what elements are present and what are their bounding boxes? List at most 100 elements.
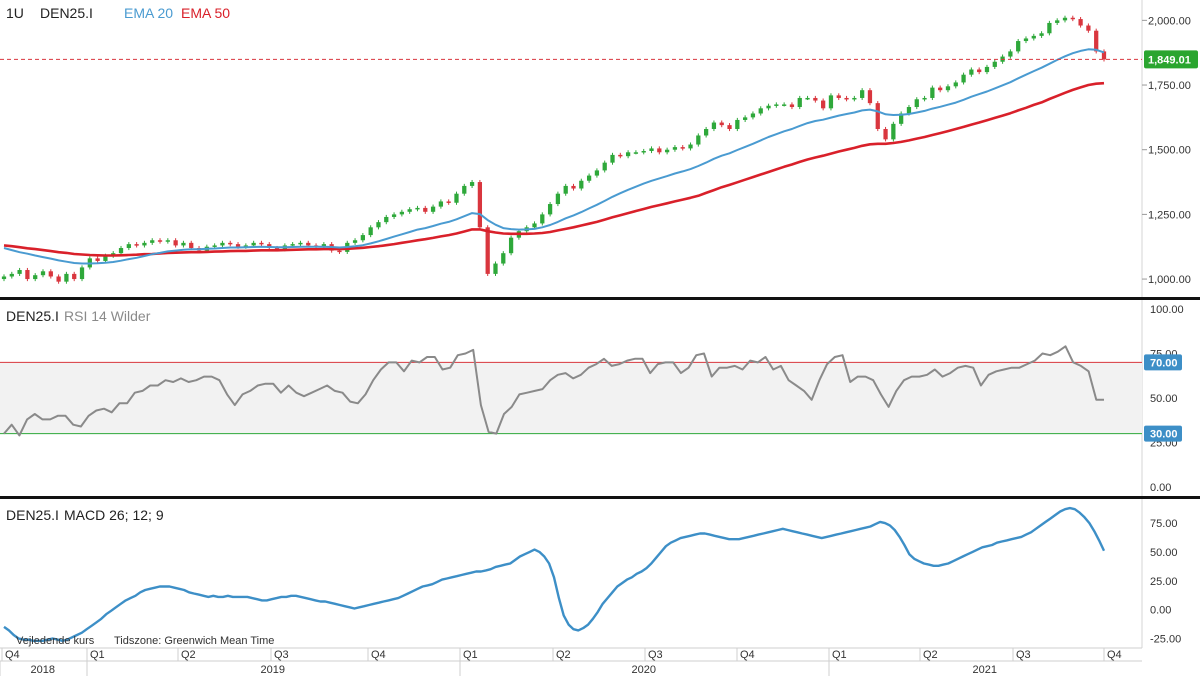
rsi-70-badge-label: 70.00 (1150, 357, 1178, 369)
last-price-label: 1,849.01 (1148, 54, 1191, 66)
candle-down (883, 129, 888, 140)
rsi-indicator-label[interactable]: RSI 14 Wilder (64, 308, 151, 324)
candle-up (555, 193, 561, 205)
panel-separator-rsi-macd[interactable] (0, 496, 1200, 499)
candle-up (1039, 33, 1044, 36)
candle-up (922, 97, 927, 100)
candle-down (1094, 30, 1099, 52)
candle-up (150, 240, 155, 243)
candle-up (696, 135, 701, 145)
candle-up (891, 123, 896, 140)
candle-up (774, 104, 779, 106)
candle-down (228, 242, 233, 245)
candle-up (1031, 35, 1036, 39)
candle-down (789, 104, 795, 108)
candle-down (1070, 17, 1075, 20)
candle-up (797, 97, 802, 108)
candle-up (547, 204, 553, 215)
candle-up (532, 223, 537, 228)
rsi-ytick-label: 50.00 (1150, 393, 1178, 405)
candle-down (657, 148, 662, 153)
candle-up (703, 129, 709, 136)
candle-up (852, 97, 857, 100)
candle-up (649, 148, 654, 151)
macd-ytick-label: 75.00 (1150, 518, 1178, 530)
ema20-legend[interactable]: EMA 20 (124, 5, 173, 21)
candle-down (95, 258, 100, 261)
candle-up (1023, 38, 1029, 42)
candle-up (399, 211, 405, 215)
candle-up (1016, 41, 1021, 52)
candle-down (938, 87, 943, 91)
year-label: 2021 (973, 664, 997, 676)
candle-down (844, 97, 849, 100)
price-ytick-label: 1,500.00 (1148, 145, 1191, 157)
quarter-label: Q2 (923, 649, 938, 661)
macd-ytick-label: -25.00 (1150, 633, 1181, 645)
candle-down (1086, 25, 1091, 31)
candle-up (961, 74, 966, 83)
candle-down (571, 185, 576, 189)
candle-up (688, 144, 693, 149)
candle-up (594, 170, 600, 176)
candle-up (969, 69, 974, 75)
candle-up (930, 87, 935, 98)
year-label: 2020 (632, 664, 656, 676)
candle-up (407, 209, 412, 212)
candle-up (17, 270, 22, 274)
candle-up (508, 237, 514, 254)
quarter-label: Q2 (556, 649, 571, 661)
ema50-legend[interactable]: EMA 50 (181, 5, 230, 21)
interval-label[interactable]: 1U (6, 5, 24, 21)
candle-up (1055, 20, 1060, 23)
candle-down (423, 207, 428, 212)
candle-up (290, 244, 295, 246)
candle-up (368, 227, 373, 236)
candle-up (376, 222, 381, 228)
candle-up (610, 154, 615, 163)
candle-up (251, 242, 256, 246)
quarter-label: Q4 (371, 649, 386, 661)
candle-down (821, 100, 826, 109)
candle-down (867, 90, 873, 104)
candle-up (672, 147, 678, 150)
candle-up (625, 152, 631, 157)
rsi-30-badge-label: 30.00 (1150, 429, 1178, 441)
candle-up (906, 107, 912, 114)
candle-down (1078, 19, 1083, 26)
rsi-band (0, 362, 1142, 434)
quarter-label: Q4 (5, 649, 20, 661)
candle-down (25, 270, 30, 280)
candle-down (446, 201, 451, 203)
trading-chart[interactable]: 1U DEN25.I EMA 20 EMA 50 DEN25.I RSI 14 … (0, 0, 1200, 676)
candle-down (680, 147, 685, 149)
panel-separator-price-rsi[interactable] (0, 297, 1200, 300)
candle-down (56, 276, 61, 282)
quarter-label: Q3 (274, 649, 289, 661)
candle-up (1, 276, 7, 280)
macd-indicator-label[interactable]: MACD 26; 12; 9 (64, 507, 164, 523)
candle-up (118, 248, 124, 254)
candle-up (142, 242, 147, 246)
candle-up (352, 240, 358, 243)
candle-up (9, 273, 14, 277)
candle-up (782, 104, 787, 106)
candle-up (743, 117, 748, 120)
candle-up (602, 162, 607, 171)
candle-up (805, 97, 810, 100)
candle-down (134, 244, 139, 246)
candle-up (391, 214, 397, 217)
candle-up (540, 214, 545, 224)
candle-up (298, 242, 303, 245)
candle-down (337, 250, 342, 253)
candle-up (914, 99, 919, 108)
candle-down (48, 271, 53, 277)
candle-up (664, 149, 670, 153)
quarter-label: Q1 (463, 649, 478, 661)
symbol-label[interactable]: DEN25.I (40, 5, 93, 21)
rsi-ytick-label: 0.00 (1150, 482, 1171, 494)
candle-up (1062, 17, 1068, 21)
candle-down (813, 97, 818, 101)
candle-up (563, 185, 568, 194)
price-ytick-label: 1,000.00 (1148, 274, 1191, 286)
